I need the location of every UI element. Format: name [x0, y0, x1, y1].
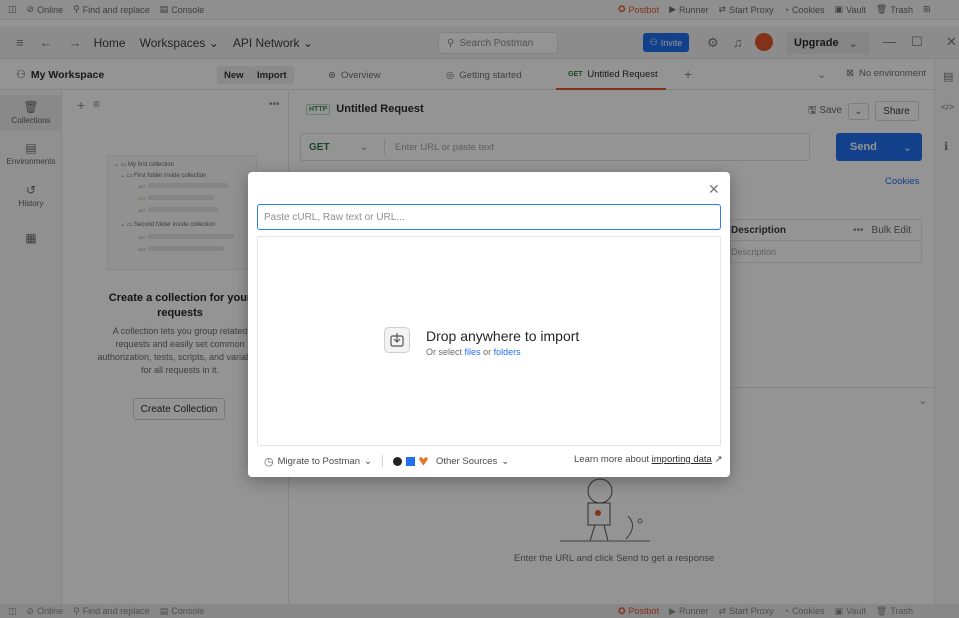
external-link-icon: ↗: [714, 454, 723, 465]
footer-divider: [381, 455, 383, 467]
paste-curl-input[interactable]: [257, 204, 721, 230]
gitlab-icon: [418, 456, 428, 466]
github-icon: [392, 456, 402, 466]
migrate-icon: ◷: [264, 455, 274, 468]
azure-icon: [405, 456, 415, 466]
learn-more-text: Learn more about importing data ↗: [574, 454, 723, 465]
import-dialog-footer: ◷ Migrate to Postman ⌄ Other Sources ⌄ L…: [264, 454, 723, 468]
migrate-to-postman-menu[interactable]: ◷ Migrate to Postman ⌄: [264, 455, 372, 468]
drop-title: Drop anywhere to import: [426, 328, 580, 344]
select-files-link[interactable]: files: [465, 347, 481, 357]
import-dialog: ✕ Drop anywhere to import Or select file…: [248, 172, 730, 477]
drop-subtitle: Or select files or folders: [426, 347, 521, 357]
select-folders-link[interactable]: folders: [494, 347, 521, 357]
import-icon: [384, 327, 410, 353]
drop-zone[interactable]: Drop anywhere to import Or select files …: [257, 236, 721, 446]
chevron-down-icon: ⌄: [363, 455, 372, 467]
chevron-down-icon: ⌄: [501, 455, 510, 467]
importing-data-link[interactable]: importing data: [652, 454, 712, 465]
close-icon[interactable]: ✕: [708, 181, 720, 198]
other-sources-menu[interactable]: Other Sources ⌄: [392, 455, 510, 467]
